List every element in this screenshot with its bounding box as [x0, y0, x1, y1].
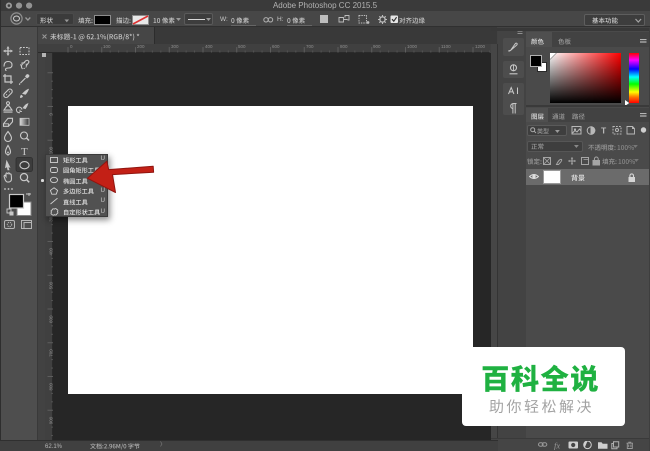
svg-text:fx: fx [554, 441, 560, 450]
svg-text:T: T [601, 126, 607, 136]
svg-text:T: T [21, 146, 28, 158]
